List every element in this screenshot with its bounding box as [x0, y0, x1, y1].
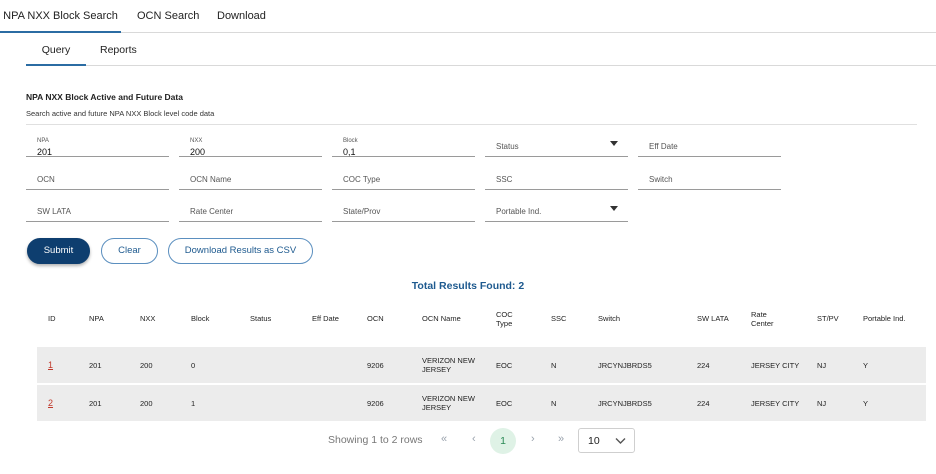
cell-st-pv: NJ: [817, 361, 827, 370]
table-row[interactable]: 2 201 200 1 9206 VERIZON NEW JERSEY EOC N JRCYNJ…: [37, 385, 926, 421]
tab-download[interactable]: Download: [217, 0, 266, 33]
cell-ocn-name: VERIZON NEW JERSEY: [422, 356, 475, 374]
block-value: 0,1: [343, 147, 356, 157]
cell-switch: JRCYNJBRDS5: [598, 361, 652, 370]
npa-label: NPA: [37, 138, 49, 144]
cell-portable-ind: Y: [863, 399, 869, 408]
column-header-nxx: NXX: [140, 314, 156, 323]
cell-portable-ind: Y: [863, 361, 869, 370]
caret-down-icon: [610, 141, 618, 146]
coc-type-placeholder: COC Type: [343, 175, 381, 184]
sw-lata-field[interactable]: SW LATA: [26, 196, 169, 222]
first-page-icon[interactable]: «: [441, 433, 447, 445]
cell-ocn: 9206: [367, 361, 384, 370]
download-csv-button[interactable]: Download Results as CSV: [168, 238, 313, 264]
table-row[interactable]: 1 201 200 0 9206 VERIZON NEW JERSEY EOC N JRCYNJ…: [37, 347, 926, 383]
column-header-ocn-name: OCN Name: [422, 314, 461, 323]
cell-rate-center: JERSEY CITY: [751, 399, 800, 408]
nxx-label: NXX: [190, 138, 203, 144]
cell-block: 0: [191, 361, 196, 370]
ssc-placeholder: SSC: [496, 175, 513, 184]
column-header-id: ID: [48, 314, 56, 323]
chevron-down-icon: [615, 438, 626, 444]
row-id-link[interactable]: 2: [48, 399, 53, 408]
portable-ind-placeholder: Portable Ind.: [496, 207, 542, 216]
clear-button[interactable]: Clear: [101, 238, 158, 264]
submit-button[interactable]: Submit: [27, 238, 90, 264]
section-divider: [26, 124, 917, 125]
nxx-field[interactable]: NXX 200: [179, 131, 322, 157]
top-tab-bar: NPA NXX Block Search OCN Search Download: [0, 0, 936, 33]
status-placeholder: Status: [496, 142, 519, 151]
status-select[interactable]: Status: [485, 131, 628, 157]
page-size-select[interactable]: 10: [578, 428, 635, 453]
ocn-field[interactable]: OCN: [26, 164, 169, 190]
ocn-name-field[interactable]: OCN Name: [179, 164, 322, 190]
row-id-link[interactable]: 1: [48, 361, 53, 370]
column-header-ssc: SSC: [551, 314, 567, 323]
pagination-summary: Showing 1 to 2 rows: [328, 434, 423, 446]
cell-nxx: 200: [140, 399, 153, 408]
cell-npa: 201: [89, 361, 102, 370]
column-header-block: Block: [191, 314, 210, 323]
eff-date-placeholder: Eff Date: [649, 142, 678, 151]
tab-ocn-search[interactable]: OCN Search: [137, 0, 199, 33]
page-1-button[interactable]: 1: [490, 428, 516, 454]
cell-rate-center: JERSEY CITY: [751, 361, 800, 370]
switch-field[interactable]: Switch: [638, 164, 781, 190]
nxx-value: 200: [190, 147, 206, 157]
column-header-rate-center: Rate Center: [751, 310, 774, 328]
section-title: NPA NXX Block Active and Future Data: [26, 92, 183, 102]
rate-center-field[interactable]: Rate Center: [179, 196, 322, 222]
next-page-icon[interactable]: ›: [531, 433, 535, 445]
cell-coc-type: EOC: [496, 361, 513, 370]
total-results: Total Results Found: 2: [411, 280, 525, 292]
rate-center-placeholder: Rate Center: [190, 207, 234, 216]
cell-st-pv: NJ: [817, 399, 827, 408]
portable-ind-select[interactable]: Portable Ind.: [485, 196, 628, 222]
caret-down-icon: [610, 206, 618, 211]
npa-value: 201: [37, 147, 53, 157]
cell-switch: JRCYNJBRDS5: [598, 399, 652, 408]
cell-nxx: 200: [140, 361, 153, 370]
column-header-eff-date: Eff Date: [312, 314, 339, 323]
column-header-portable-ind: Portable Ind.: [863, 314, 906, 323]
ocn-placeholder: OCN: [37, 175, 55, 184]
cell-ocn-name: VERIZON NEW JERSEY: [422, 394, 475, 412]
switch-placeholder: Switch: [649, 175, 673, 184]
tab-query[interactable]: Query: [26, 34, 86, 66]
ocn-name-placeholder: OCN Name: [190, 175, 232, 184]
state-prov-field[interactable]: State/Prov: [332, 196, 475, 222]
tab-npa-nxx-block-search[interactable]: NPA NXX Block Search: [0, 0, 121, 33]
cell-block: 1: [191, 399, 196, 408]
column-header-ocn: OCN: [367, 314, 384, 323]
eff-date-field[interactable]: Eff Date: [638, 131, 781, 157]
npa-field[interactable]: NPA 201: [26, 131, 169, 157]
column-header-coc-type: COC Type: [496, 310, 513, 328]
cell-npa: 201: [89, 399, 102, 408]
prev-page-icon[interactable]: ‹: [472, 433, 476, 445]
column-header-status: Status: [250, 314, 272, 323]
column-header-npa: NPA: [89, 314, 104, 323]
block-label: Block: [343, 138, 358, 144]
cell-sw-lata: 224: [697, 361, 710, 370]
column-header-sw-lata: SW LATA: [697, 314, 729, 323]
cell-coc-type: EOC: [496, 399, 513, 408]
cell-ssc: N: [551, 361, 557, 370]
last-page-icon[interactable]: »: [558, 433, 564, 445]
coc-type-field[interactable]: COC Type: [332, 164, 475, 190]
cell-ssc: N: [551, 399, 557, 408]
page-size-value: 10: [588, 435, 600, 447]
column-header-switch: Switch: [598, 314, 621, 323]
block-field[interactable]: Block 0,1: [332, 131, 475, 157]
sw-lata-placeholder: SW LATA: [37, 207, 71, 216]
cell-ocn: 9206: [367, 399, 384, 408]
section-subtitle: Search active and future NPA NXX Block l…: [26, 109, 215, 118]
state-prov-placeholder: State/Prov: [343, 207, 381, 216]
ssc-field[interactable]: SSC: [485, 164, 628, 190]
column-header-st-pv: ST/PV: [817, 314, 839, 323]
cell-sw-lata: 224: [697, 399, 710, 408]
sub-tab-bar: Query Reports: [26, 34, 936, 66]
tab-reports[interactable]: Reports: [100, 34, 137, 66]
